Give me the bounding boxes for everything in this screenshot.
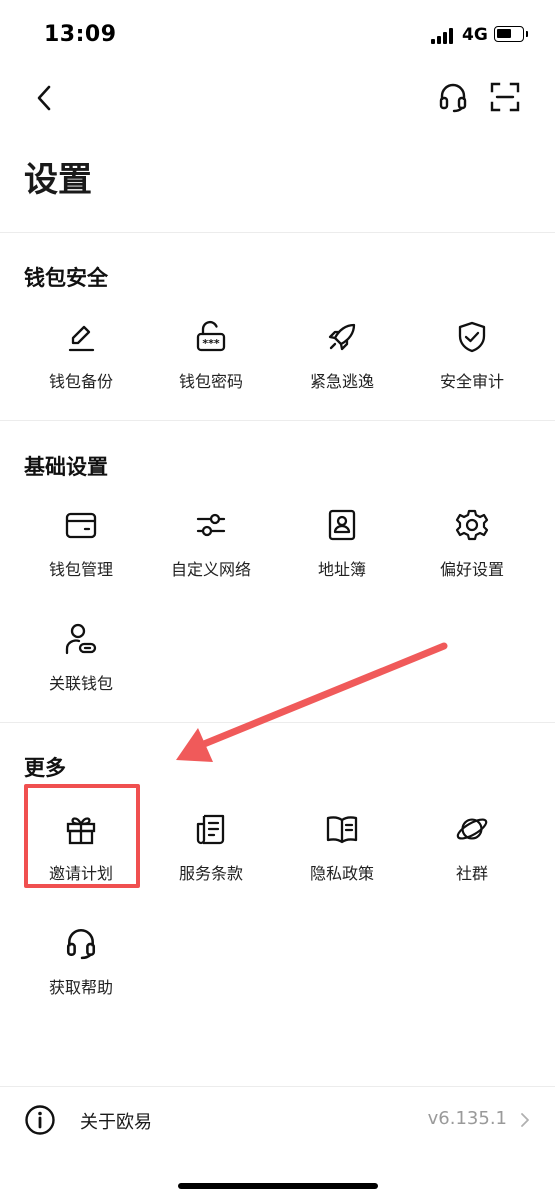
rocket-icon [325, 320, 359, 354]
divider [0, 420, 555, 421]
page-title: 设置 [24, 160, 92, 200]
menu-item-wallet-password[interactable]: *** 钱包密码 [146, 320, 276, 410]
menu-item-preferences[interactable]: 偏好设置 [407, 508, 537, 598]
section-title-more: 更多 [24, 756, 66, 780]
scan-icon [490, 82, 520, 112]
section-title-wallet-security: 钱包安全 [24, 266, 108, 290]
divider [0, 1086, 555, 1087]
menu-item-get-help[interactable]: 获取帮助 [16, 926, 146, 1016]
highlight-box [24, 784, 140, 888]
open-book-icon [325, 812, 359, 846]
menu-item-community[interactable]: 社群 [407, 812, 537, 902]
network-type: 4G [462, 25, 488, 45]
sliders-icon [194, 508, 228, 542]
menu-item-security-audit[interactable]: 安全审计 [407, 320, 537, 410]
section-title-basic-settings: 基础设置 [24, 455, 108, 479]
home-indicator [178, 1183, 378, 1189]
chevron-right-icon [521, 1113, 529, 1127]
menu-item-label: 偏好设置 [439, 560, 504, 579]
menu-item-wallet-backup[interactable]: 钱包备份 [16, 320, 146, 410]
shield-check-icon [455, 320, 489, 354]
menu-item-linked-wallet[interactable]: 关联钱包 [16, 622, 146, 712]
status-time: 13:09 [44, 22, 117, 47]
gear-icon [455, 508, 489, 542]
menu-item-label: 自定义网络 [170, 560, 251, 579]
menu-item-label: 钱包备份 [48, 372, 113, 391]
menu-item-label: 紧急逃逸 [309, 372, 374, 391]
menu-item-label: 地址簿 [317, 560, 366, 579]
headset-icon [439, 83, 467, 113]
menu-item-label: 钱包管理 [48, 560, 113, 579]
menu-item-address-book[interactable]: 地址簿 [277, 508, 407, 598]
app-version: v6.135.1 [427, 1108, 507, 1129]
status-bar: 13:09 4G [0, 0, 555, 70]
svg-text:***: *** [202, 337, 220, 350]
battery-icon [494, 26, 528, 42]
contact-book-icon [325, 508, 359, 542]
menu-item-label: 服务条款 [178, 864, 243, 883]
user-link-icon [64, 622, 98, 656]
headset-icon [64, 926, 98, 960]
menu-item-emergency-escape[interactable]: 紧急逃逸 [277, 320, 407, 410]
divider [0, 722, 555, 723]
menu-item-wallet-management[interactable]: 钱包管理 [16, 508, 146, 598]
back-button[interactable] [26, 80, 62, 116]
pen-icon [64, 320, 98, 354]
terms-document-icon [194, 812, 228, 846]
chevron-left-icon [37, 85, 51, 111]
customer-support-button[interactable] [434, 78, 472, 116]
planet-icon [455, 812, 489, 846]
about-row[interactable]: 关于欧易 v6.135.1 [0, 1088, 555, 1152]
info-icon [24, 1104, 56, 1136]
about-label: 关于欧易 [80, 1112, 152, 1133]
menu-item-label: 关联钱包 [48, 674, 113, 693]
menu-item-label: 社群 [455, 864, 488, 883]
menu-item-terms-of-service[interactable]: 服务条款 [146, 812, 276, 902]
menu-item-label: 获取帮助 [48, 978, 113, 997]
menu-item-label: 钱包密码 [178, 372, 243, 391]
unlock-password-icon: *** [194, 320, 228, 354]
menu-item-label: 安全审计 [439, 372, 504, 391]
menu-item-custom-network[interactable]: 自定义网络 [146, 508, 276, 598]
divider [0, 232, 555, 233]
scan-button[interactable] [486, 78, 524, 116]
menu-item-label: 隐私政策 [309, 864, 374, 883]
signal-icon [431, 28, 457, 44]
wallet-icon [64, 508, 98, 542]
menu-item-privacy-policy[interactable]: 隐私政策 [277, 812, 407, 902]
